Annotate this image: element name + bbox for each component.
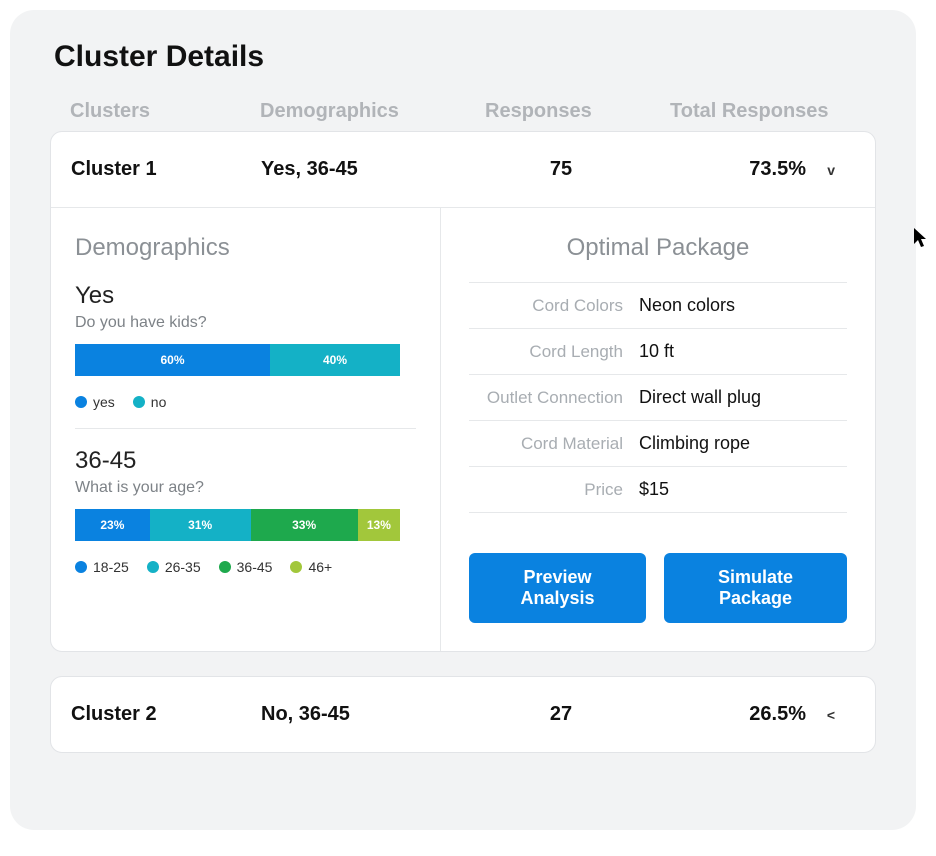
- bar-segment: 31%: [150, 509, 251, 541]
- legend-dot: [147, 561, 159, 573]
- col-demographics: Demographics: [260, 100, 485, 123]
- package-row: Cord MaterialClimbing rope: [469, 421, 847, 467]
- preview-analysis-button[interactable]: Preview Analysis: [469, 553, 646, 623]
- legend-label: 26-35: [165, 559, 201, 575]
- age-legend: 18-25 26-35 36-45 46+: [75, 559, 416, 575]
- optimal-package-section: Optimal Package Cord ColorsNeon colorsCo…: [441, 208, 875, 651]
- package-row: Cord Length10 ft: [469, 329, 847, 375]
- package-label: Cord Length: [469, 342, 639, 362]
- package-value: Direct wall plug: [639, 387, 847, 408]
- col-clusters: Clusters: [70, 100, 260, 123]
- kids-bar-chart: 60%40%: [75, 344, 400, 376]
- cluster-responses: 75: [486, 158, 636, 181]
- cluster-card-2: Cluster 2 No, 36-45 27 26.5% <: [50, 676, 876, 753]
- chevron-left-icon[interactable]: <: [827, 707, 855, 723]
- legend-dot: [75, 561, 87, 573]
- bar-segment: 13%: [358, 509, 400, 541]
- cluster-card-1: Cluster 1 Yes, 36-45 75 73.5% v Demograp…: [50, 131, 876, 652]
- divider: [75, 428, 416, 429]
- legend-dot: [290, 561, 302, 573]
- demo-block-kids: Yes Do you have kids? 60%40% yes no: [75, 282, 416, 410]
- legend-label: 18-25: [93, 559, 129, 575]
- legend-item: yes: [75, 394, 115, 410]
- legend-dot: [219, 561, 231, 573]
- package-row: Price$15: [469, 467, 847, 513]
- demo-block-age: 36-45 What is your age? 23%31%33%13% 18-…: [75, 447, 416, 575]
- simulate-package-button[interactable]: Simulate Package: [664, 553, 847, 623]
- cluster-2-header-row[interactable]: Cluster 2 No, 36-45 27 26.5% <: [51, 677, 875, 752]
- cluster-name: Cluster 2: [71, 703, 261, 726]
- col-responses: Responses: [485, 100, 670, 123]
- legend-label: no: [151, 394, 167, 410]
- package-value: $15: [639, 479, 847, 500]
- cluster-demo: Yes, 36-45: [261, 158, 486, 181]
- legend-item: 36-45: [219, 559, 273, 575]
- legend-item: no: [133, 394, 167, 410]
- legend-item: 46+: [290, 559, 332, 575]
- kids-legend: yes no: [75, 394, 416, 410]
- package-value: 10 ft: [639, 341, 847, 362]
- cursor-icon: [914, 228, 930, 253]
- demographics-section: Demographics Yes Do you have kids? 60%40…: [51, 208, 441, 651]
- cluster-responses: 27: [486, 703, 636, 726]
- col-total-responses: Total Responses: [670, 100, 856, 123]
- package-label: Cord Material: [469, 434, 639, 454]
- age-bar-chart: 23%31%33%13%: [75, 509, 400, 541]
- demo-age-question: What is your age?: [75, 479, 416, 497]
- table-header: Clusters Demographics Responses Total Re…: [50, 100, 876, 131]
- legend-item: 18-25: [75, 559, 129, 575]
- package-label: Cord Colors: [469, 296, 639, 316]
- cluster-demo: No, 36-45: [261, 703, 486, 726]
- package-label: Outlet Connection: [469, 388, 639, 408]
- demo-age-title: 36-45: [75, 447, 416, 475]
- bar-segment: 33%: [251, 509, 358, 541]
- package-heading: Optimal Package: [469, 234, 847, 262]
- legend-label: yes: [93, 394, 115, 410]
- bar-segment: 23%: [75, 509, 150, 541]
- demo-kids-question: Do you have kids?: [75, 314, 416, 332]
- cluster-1-body: Demographics Yes Do you have kids? 60%40…: [51, 207, 875, 651]
- package-row: Outlet ConnectionDirect wall plug: [469, 375, 847, 421]
- demo-kids-title: Yes: [75, 282, 416, 310]
- legend-label: 46+: [308, 559, 332, 575]
- demographics-heading: Demographics: [75, 234, 416, 262]
- package-row: Cord ColorsNeon colors: [469, 282, 847, 329]
- legend-label: 36-45: [237, 559, 273, 575]
- cluster-1-header-row[interactable]: Cluster 1 Yes, 36-45 75 73.5% v: [51, 132, 875, 207]
- package-value: Climbing rope: [639, 433, 847, 454]
- cluster-name: Cluster 1: [71, 158, 261, 181]
- chevron-down-icon[interactable]: v: [827, 162, 855, 178]
- package-label: Price: [469, 480, 639, 500]
- cluster-pct: 26.5%: [636, 703, 816, 726]
- cluster-details-panel: Cluster Details Clusters Demographics Re…: [10, 10, 916, 830]
- bar-segment: 60%: [75, 344, 270, 376]
- cluster-pct: 73.5%: [636, 158, 816, 181]
- legend-dot: [133, 396, 145, 408]
- page-title: Cluster Details: [54, 40, 876, 74]
- legend-dot: [75, 396, 87, 408]
- package-value: Neon colors: [639, 295, 847, 316]
- bar-segment: 40%: [270, 344, 400, 376]
- package-buttons: Preview Analysis Simulate Package: [469, 553, 847, 623]
- legend-item: 26-35: [147, 559, 201, 575]
